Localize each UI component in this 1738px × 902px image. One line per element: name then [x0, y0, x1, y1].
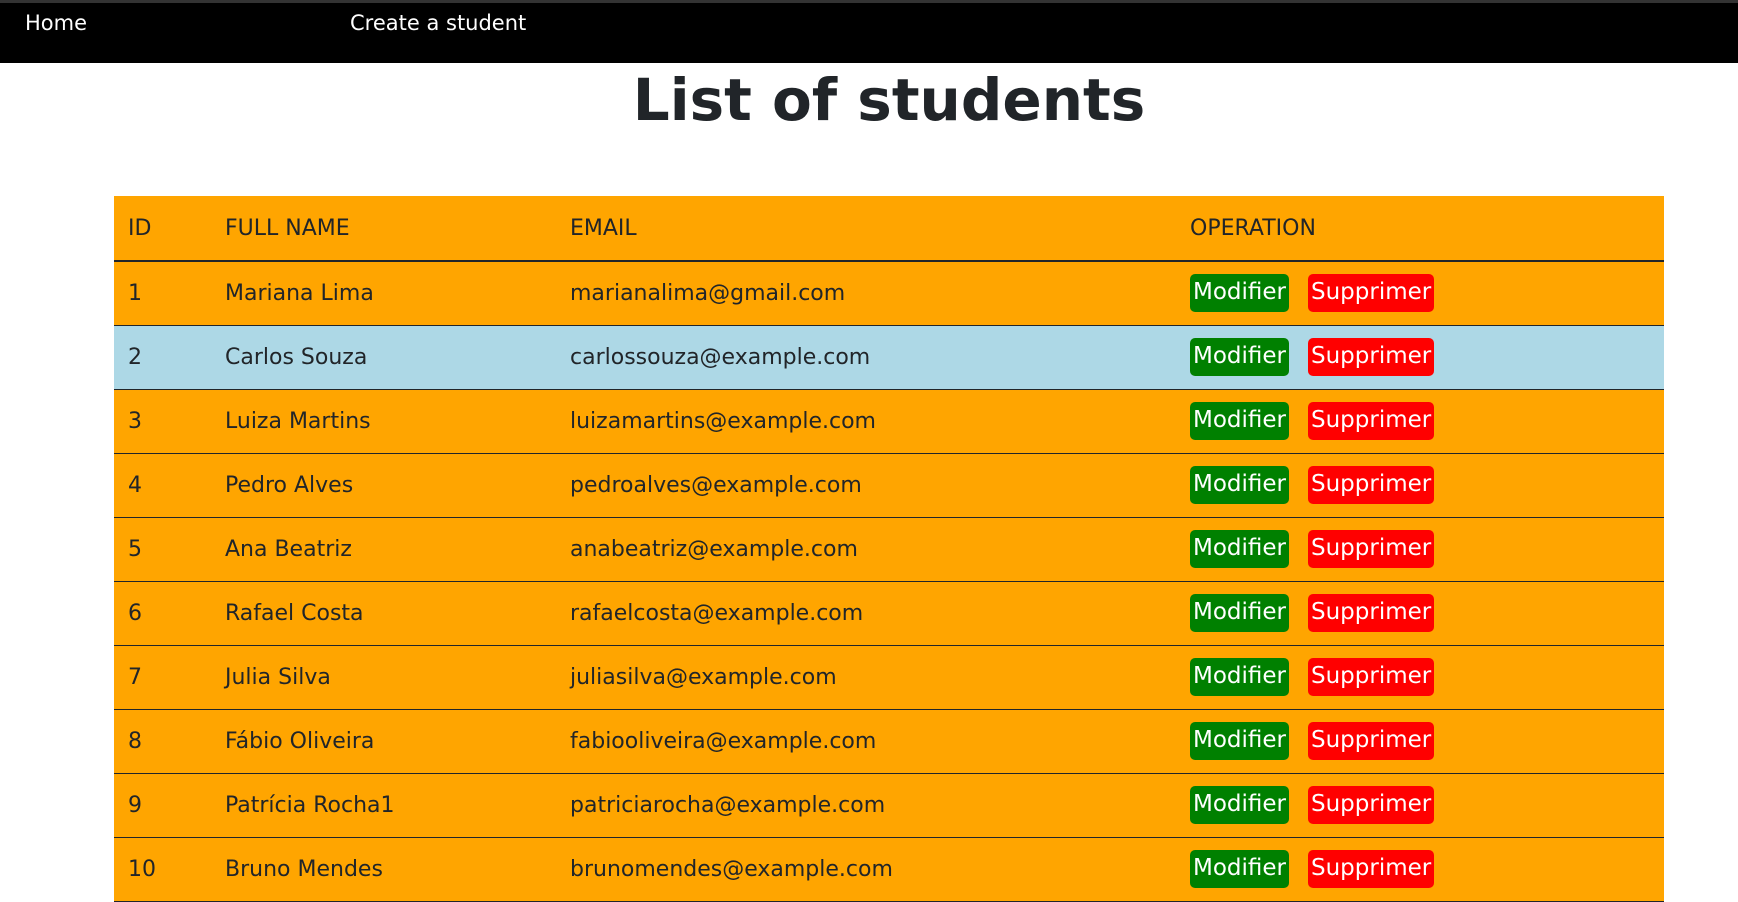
cell-full-name: Fábio Oliveira	[211, 709, 556, 774]
delete-button[interactable]: Supprimer	[1308, 786, 1435, 824]
delete-button[interactable]: Supprimer	[1308, 466, 1435, 504]
header-email: EMAIL	[556, 196, 1176, 262]
cell-full-name: Rafael Costa	[211, 581, 556, 646]
table-row: 5 Ana Beatriz anabeatriz@example.com Modifi…	[114, 517, 1664, 582]
students-table-container: ID FULL NAME EMAIL OPERATION 1 Mariana Li…	[114, 196, 1664, 902]
nav-create-student-link[interactable]: Create a student	[350, 11, 526, 35]
cell-operation: Modifier Supprimer	[1176, 837, 1664, 902]
table-row: 2 Carlos Souza carlossouza@example.com Modi…	[114, 325, 1664, 390]
cell-email: carlossouza@example.com	[556, 325, 1176, 390]
cell-operation: Modifier Supprimer	[1176, 261, 1664, 326]
cell-email: fabiooliveira@example.com	[556, 709, 1176, 774]
nav-home-link[interactable]: Home	[25, 11, 87, 35]
modify-button[interactable]: Modifier	[1190, 658, 1289, 696]
modify-button[interactable]: Modifier	[1190, 786, 1289, 824]
modify-button[interactable]: Modifier	[1190, 274, 1289, 313]
table-row: 9 Patrícia Rocha1 patriciarocha@example.co…	[114, 773, 1664, 838]
cell-id: 5	[114, 517, 211, 582]
modify-button[interactable]: Modifier	[1190, 530, 1289, 568]
delete-button[interactable]: Supprimer	[1308, 850, 1435, 888]
cell-id: 6	[114, 581, 211, 646]
delete-button[interactable]: Supprimer	[1308, 658, 1435, 696]
cell-operation: Modifier Supprimer	[1176, 709, 1664, 774]
cell-email: pedroalves@example.com	[556, 453, 1176, 518]
cell-operation: Modifier Supprimer	[1176, 645, 1664, 710]
delete-button[interactable]: Supprimer	[1308, 722, 1435, 760]
header-operation: OPERATION	[1176, 196, 1664, 262]
cell-full-name: Carlos Souza	[211, 325, 556, 390]
cell-operation: Modifier Supprimer	[1176, 453, 1664, 518]
modify-button[interactable]: Modifier	[1190, 402, 1289, 440]
delete-button[interactable]: Supprimer	[1308, 274, 1435, 313]
modify-button[interactable]: Modifier	[1190, 466, 1289, 504]
navbar: Home Create a student	[0, 3, 1738, 63]
table-header: ID FULL NAME EMAIL OPERATION	[114, 196, 1664, 262]
cell-full-name: Ana Beatriz	[211, 517, 556, 582]
cell-id: 9	[114, 773, 211, 838]
cell-email: rafaelcosta@example.com	[556, 581, 1176, 646]
modify-button[interactable]: Modifier	[1190, 338, 1289, 376]
cell-full-name: Pedro Alves	[211, 453, 556, 518]
table-row: 10 Bruno Mendes brunomendes@example.com Mod…	[114, 837, 1664, 902]
modify-button[interactable]: Modifier	[1190, 594, 1289, 632]
table-row: 7 Julia Silva juliasilva@example.com Modifi…	[114, 645, 1664, 710]
cell-id: 1	[114, 261, 211, 326]
cell-id: 4	[114, 453, 211, 518]
cell-id: 10	[114, 837, 211, 902]
cell-full-name: Bruno Mendes	[211, 837, 556, 902]
modify-button[interactable]: Modifier	[1190, 850, 1289, 888]
cell-email: luizamartins@example.com	[556, 389, 1176, 454]
delete-button[interactable]: Supprimer	[1308, 594, 1435, 632]
cell-id: 8	[114, 709, 211, 774]
cell-email: patriciarocha@example.com	[556, 773, 1176, 838]
cell-operation: Modifier Supprimer	[1176, 517, 1664, 582]
cell-email: anabeatriz@example.com	[556, 517, 1176, 582]
cell-email: marianalima@gmail.com	[556, 261, 1176, 326]
students-table: ID FULL NAME EMAIL OPERATION 1 Mariana Li…	[114, 196, 1664, 902]
modify-button[interactable]: Modifier	[1190, 722, 1289, 760]
table-row: 4 Pedro Alves pedroalves@example.com Modifi…	[114, 453, 1664, 518]
cell-full-name: Mariana Lima	[211, 261, 556, 326]
cell-full-name: Luiza Martins	[211, 389, 556, 454]
header-full-name: FULL NAME	[211, 196, 556, 262]
delete-button[interactable]: Supprimer	[1308, 530, 1435, 568]
delete-button[interactable]: Supprimer	[1308, 338, 1435, 376]
cell-email: juliasilva@example.com	[556, 645, 1176, 710]
table-row: 8 Fábio Oliveira fabiooliveira@example.com…	[114, 709, 1664, 774]
table-row: 1 Mariana Lima marianalima@gmail.com Modifi…	[114, 261, 1664, 326]
cell-full-name: Patrícia Rocha1	[211, 773, 556, 838]
table-row: 3 Luiza Martins luizamartins@example.com Mo…	[114, 389, 1664, 454]
table-body: 1 Mariana Lima marianalima@gmail.com Modifi…	[114, 261, 1664, 902]
cell-operation: Modifier Supprimer	[1176, 581, 1664, 646]
cell-full-name: Julia Silva	[211, 645, 556, 710]
header-id: ID	[114, 196, 211, 262]
cell-operation: Modifier Supprimer	[1176, 773, 1664, 838]
table-row: 6 Rafael Costa rafaelcosta@example.com Modi…	[114, 581, 1664, 646]
page-title: List of students	[632, 66, 1146, 134]
cell-email: brunomendes@example.com	[556, 837, 1176, 902]
cell-operation: Modifier Supprimer	[1176, 325, 1664, 390]
cell-id: 7	[114, 645, 211, 710]
cell-id: 2	[114, 325, 211, 390]
cell-id: 3	[114, 389, 211, 454]
delete-button[interactable]: Supprimer	[1308, 402, 1435, 440]
table-header-row: ID FULL NAME EMAIL OPERATION	[114, 196, 1664, 262]
cell-operation: Modifier Supprimer	[1176, 389, 1664, 454]
